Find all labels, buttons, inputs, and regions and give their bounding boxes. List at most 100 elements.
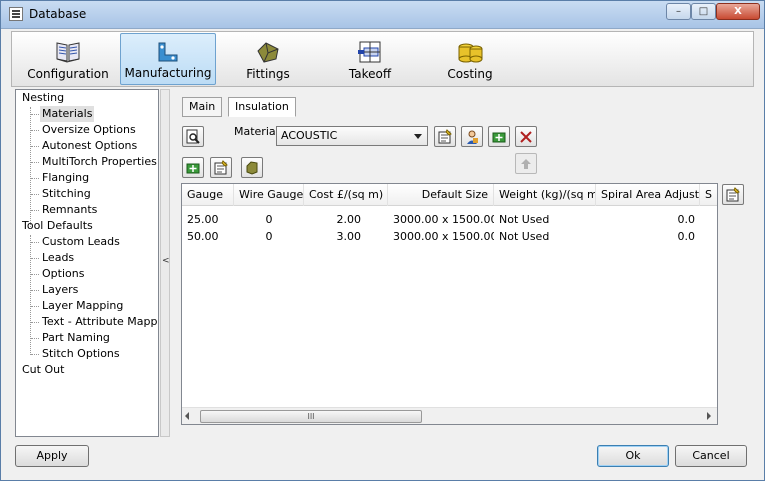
tree-node-options[interactable]: Options xyxy=(42,266,84,282)
tree-connector xyxy=(31,354,39,355)
move-up-button[interactable] xyxy=(515,153,537,174)
material-select[interactable]: ACOUSTIC xyxy=(276,126,428,146)
insulation-panel: Main Insulation Material ACOUSTIC Gauge … xyxy=(173,89,756,437)
toolbar-costing[interactable]: Costing xyxy=(420,33,520,85)
col-weight[interactable]: Weight (kg)/(sq m) xyxy=(494,184,596,206)
tree-node-flanging[interactable]: Flanging xyxy=(42,170,89,186)
gauge-table[interactable]: Gauge Wire Gauge Cost £/(sq m) Default S… xyxy=(181,183,718,425)
tree-node-text-attribute-mapping[interactable]: Text - Attribute Mapping xyxy=(42,314,158,330)
tree-connector xyxy=(31,290,39,291)
gauge-properties-button[interactable] xyxy=(210,157,232,178)
minimize-button[interactable]: – xyxy=(666,3,691,20)
scroll-thumb[interactable]: III xyxy=(200,410,422,423)
horizontal-scrollbar[interactable]: III xyxy=(182,407,717,424)
col-spiral-area-adjust[interactable]: Spiral Area Adjust xyxy=(596,184,700,206)
col-default-size[interactable]: Default Size xyxy=(388,184,494,206)
tree-node-cut-out[interactable]: Cut Out xyxy=(22,362,64,378)
tree-connector xyxy=(31,162,39,163)
delete-material-button[interactable] xyxy=(515,126,537,147)
add-green-icon xyxy=(492,132,506,143)
toolbar-takeoff[interactable]: Takeoff xyxy=(320,33,420,85)
cell-weight: Not Used xyxy=(499,213,550,226)
cell-cost: 3.00 xyxy=(336,230,362,243)
takeoff-icon xyxy=(358,41,381,63)
tree-connector xyxy=(31,114,39,115)
col-s[interactable]: S xyxy=(700,184,717,206)
toolbar-fittings[interactable]: Fittings xyxy=(218,33,318,85)
ok-button[interactable]: Ok xyxy=(597,445,669,467)
collapse-arrow-icon[interactable]: < xyxy=(162,256,170,266)
tree-node-stitch-options[interactable]: Stitch Options xyxy=(42,346,120,362)
tree-connector xyxy=(30,107,31,227)
tree-connector xyxy=(31,306,39,307)
tree-node-leads[interactable]: Leads xyxy=(42,250,74,266)
tree-node-layer-mapping[interactable]: Layer Mapping xyxy=(42,298,123,314)
material-users-button[interactable] xyxy=(461,126,483,147)
material-value: ACOUSTIC xyxy=(281,129,338,142)
tree-node-custom-leads[interactable]: Custom Leads xyxy=(42,234,120,250)
tree-connector xyxy=(30,235,31,355)
panel-splitter[interactable]: < xyxy=(160,89,170,437)
toolbar-configuration[interactable]: Configuration xyxy=(18,33,118,85)
tree-connector xyxy=(31,242,39,243)
tree-node-materials[interactable]: Materials xyxy=(40,106,95,122)
book-icon xyxy=(56,42,80,63)
coins-icon xyxy=(458,43,483,63)
window-title: Database xyxy=(29,7,87,21)
col-gauge[interactable]: Gauge xyxy=(182,184,234,206)
cell-default-size: 3000.00 x 1500.00 xyxy=(393,213,494,226)
properties-icon xyxy=(214,160,228,175)
title-bar[interactable]: Database – □ X xyxy=(1,1,764,29)
material-label: Material xyxy=(234,125,279,138)
settings-tree: Nesting Materials Oversize Options Auton… xyxy=(15,89,159,437)
apply-button[interactable]: Apply xyxy=(15,445,89,467)
tree-node-autonest-options[interactable]: Autonest Options xyxy=(42,138,137,154)
tree-connector xyxy=(31,210,39,211)
category-toolbar: Configuration Manufacturing Fittings Tak… xyxy=(11,31,754,87)
material-properties-button[interactable] xyxy=(434,126,456,147)
toolbar-label: Configuration xyxy=(27,67,109,81)
tree-node-layers[interactable]: Layers xyxy=(42,282,78,298)
tree-node-remnants[interactable]: Remnants xyxy=(42,202,97,218)
tree-connector xyxy=(31,146,39,147)
cell-wire-gauge: 0 xyxy=(265,230,273,243)
col-wire-gauge[interactable]: Wire Gauge xyxy=(234,184,304,206)
tree-connector xyxy=(31,338,39,339)
tree-node-tool-defaults[interactable]: Tool Defaults xyxy=(22,218,93,234)
preview-button[interactable] xyxy=(182,126,204,147)
tab-main[interactable]: Main xyxy=(182,97,223,117)
tree-node-nesting[interactable]: Nesting xyxy=(22,90,64,106)
toolbar-label: Manufacturing xyxy=(124,66,212,80)
tree-node-part-naming[interactable]: Part Naming xyxy=(42,330,110,346)
tree-connector xyxy=(31,274,39,275)
tree-connector xyxy=(31,178,39,179)
maximize-button[interactable]: □ xyxy=(691,3,716,20)
add-material-button[interactable] xyxy=(488,126,510,147)
col-cost[interactable]: Cost £/(sq m) xyxy=(304,184,388,206)
add-green-icon xyxy=(186,163,200,174)
delete-icon xyxy=(520,131,532,143)
magnifier-page-icon xyxy=(186,129,200,144)
tree-node-stitching[interactable]: Stitching xyxy=(42,186,91,202)
scroll-right-icon[interactable] xyxy=(707,412,711,420)
tree-node-oversize-options[interactable]: Oversize Options xyxy=(42,122,136,138)
close-button[interactable]: X xyxy=(716,3,760,20)
toolbar-manufacturing[interactable]: Manufacturing xyxy=(120,33,216,85)
add-gauge-button[interactable] xyxy=(182,157,204,178)
cancel-button[interactable]: Cancel xyxy=(675,445,747,467)
column-settings-button[interactable] xyxy=(722,184,744,205)
properties-icon xyxy=(438,129,452,144)
scroll-left-icon[interactable] xyxy=(185,412,189,420)
tree-connector xyxy=(31,258,39,259)
tree-node-multitorch-properties[interactable]: MultiTorch Properties xyxy=(42,154,157,170)
cell-spiral-area-adjust: 0.0 xyxy=(677,230,696,243)
insulation-shape-button[interactable] xyxy=(241,157,263,178)
cell-spiral-area-adjust: 0.0 xyxy=(677,213,696,226)
cell-wire-gauge: 0 xyxy=(265,213,273,226)
tab-insulation[interactable]: Insulation xyxy=(228,97,296,117)
tree-connector xyxy=(31,194,39,195)
toolbar-label: Takeoff xyxy=(348,67,392,81)
fitting-icon xyxy=(257,42,279,63)
tree-connector xyxy=(31,322,39,323)
toolbar-label: Costing xyxy=(447,67,493,81)
